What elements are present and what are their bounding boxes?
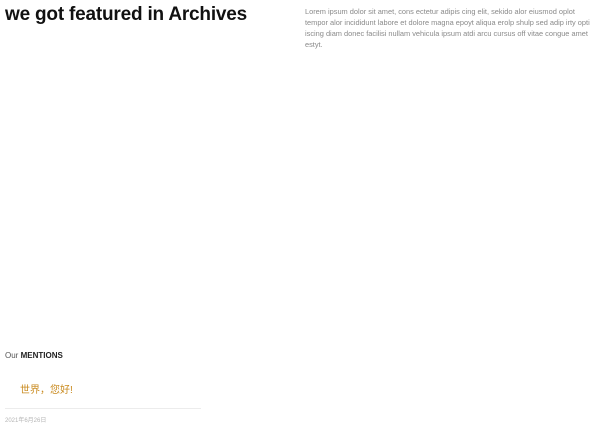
- mention-item: 世界，您好! 2021年6月26日: [5, 376, 201, 424]
- mentions-heading-strong: MENTIONS: [20, 351, 63, 360]
- page: we got featured in Archives Lorem ipsum …: [0, 0, 600, 430]
- mention-date: 2021年6月26日: [5, 418, 47, 424]
- mention-divider: [5, 408, 201, 409]
- mentions-heading: Our MENTIONS: [5, 351, 63, 360]
- intro-paragraph: Lorem ipsum dolor sit amet, cons ectetur…: [305, 7, 590, 49]
- page-title: we got featured in Archives: [5, 4, 248, 25]
- mention-title-link[interactable]: 世界，您好!: [20, 381, 73, 396]
- mentions-heading-prefix: Our: [5, 351, 19, 360]
